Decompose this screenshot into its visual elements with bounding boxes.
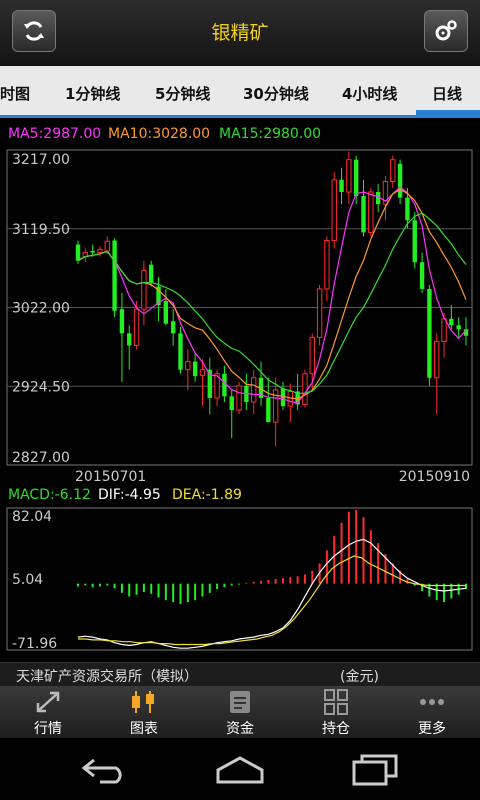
nav-market[interactable]: 行情: [0, 686, 96, 738]
more-dots-icon: [420, 699, 444, 705]
nav-chart-label: 图表: [130, 721, 158, 737]
recent-apps-icon[interactable]: [350, 752, 402, 788]
candle: [192, 361, 198, 377]
document-icon: [230, 691, 250, 713]
price-tick-label: 3119.50: [12, 222, 70, 238]
macd-tick-label: -71.96: [12, 636, 57, 652]
candle: [97, 248, 103, 254]
candle: [316, 288, 323, 338]
candle: [302, 373, 308, 405]
candle: [229, 396, 234, 411]
candle: [456, 325, 461, 330]
candle: [309, 336, 315, 375]
price-tick-label: 3022.00: [12, 301, 70, 317]
candle: [412, 220, 417, 263]
nav-more[interactable]: 更多: [384, 686, 480, 738]
candle: [75, 244, 81, 261]
macd-tick-label: 82.04: [12, 509, 52, 525]
system-nav-bar: [0, 738, 480, 800]
candle: [127, 333, 132, 346]
back-icon[interactable]: [80, 752, 132, 788]
candle: [185, 361, 191, 371]
candle: [170, 321, 176, 334]
status-bar: 天津矿产资源交易所（模拟） (金元): [0, 662, 480, 687]
candle: [419, 262, 425, 289]
dea-line: [78, 555, 466, 646]
grid-icon: [324, 689, 348, 715]
candle: [266, 397, 271, 423]
candle: [449, 318, 454, 326]
candlestick-icon: [132, 691, 154, 713]
candle: [112, 240, 117, 311]
candle: [236, 385, 242, 411]
kline-chart[interactable]: 3217.00 3119.50 3022.00 2924.50 2827.00 20150…: [0, 0, 480, 662]
candle: [441, 318, 447, 342]
candle: [405, 197, 410, 221]
exchange-name: 天津矿产资源交易所（模拟）: [16, 669, 198, 685]
nav-more-label: 更多: [418, 721, 446, 737]
candle: [353, 159, 359, 197]
candle: [90, 250, 95, 253]
home-icon[interactable]: [214, 752, 266, 788]
candle: [390, 159, 396, 182]
candle: [361, 196, 366, 233]
nav-market-label: 行情: [34, 721, 62, 737]
candle: [331, 179, 337, 241]
candle: [251, 377, 257, 403]
candle: [434, 340, 440, 379]
candle: [427, 288, 432, 378]
bottom-nav: 行情 图表 资金 持仓 更多: [0, 686, 480, 738]
x-tick-label: 20150910: [399, 469, 470, 485]
nav-positions[interactable]: 持仓: [288, 686, 384, 738]
price-tick-label: 2924.50: [12, 379, 70, 395]
candle: [104, 240, 110, 252]
nav-funds[interactable]: 资金: [192, 686, 288, 738]
macd-tick-label: 5.04: [12, 572, 43, 588]
candle: [339, 179, 344, 192]
price-tick-label: 3217.00: [12, 152, 70, 168]
nav-funds-label: 资金: [226, 721, 254, 737]
candle: [324, 239, 330, 290]
candle: [199, 369, 206, 376]
candle: [397, 163, 403, 198]
candle: [149, 264, 154, 284]
expand-arrows-icon: [36, 691, 60, 713]
unit-label: (金元): [340, 669, 379, 685]
candle: [133, 308, 140, 346]
nav-chart[interactable]: 图表: [96, 686, 192, 738]
candle: [163, 301, 169, 324]
x-tick-label: 20150701: [75, 469, 146, 485]
candle: [178, 333, 183, 370]
nav-positions-label: 持仓: [322, 721, 350, 737]
candle: [346, 159, 352, 193]
candle: [141, 269, 147, 310]
price-tick-label: 2827.00: [12, 450, 70, 466]
macd-chart-frame: [6, 507, 473, 651]
candle: [368, 191, 374, 233]
candle: [119, 309, 125, 334]
